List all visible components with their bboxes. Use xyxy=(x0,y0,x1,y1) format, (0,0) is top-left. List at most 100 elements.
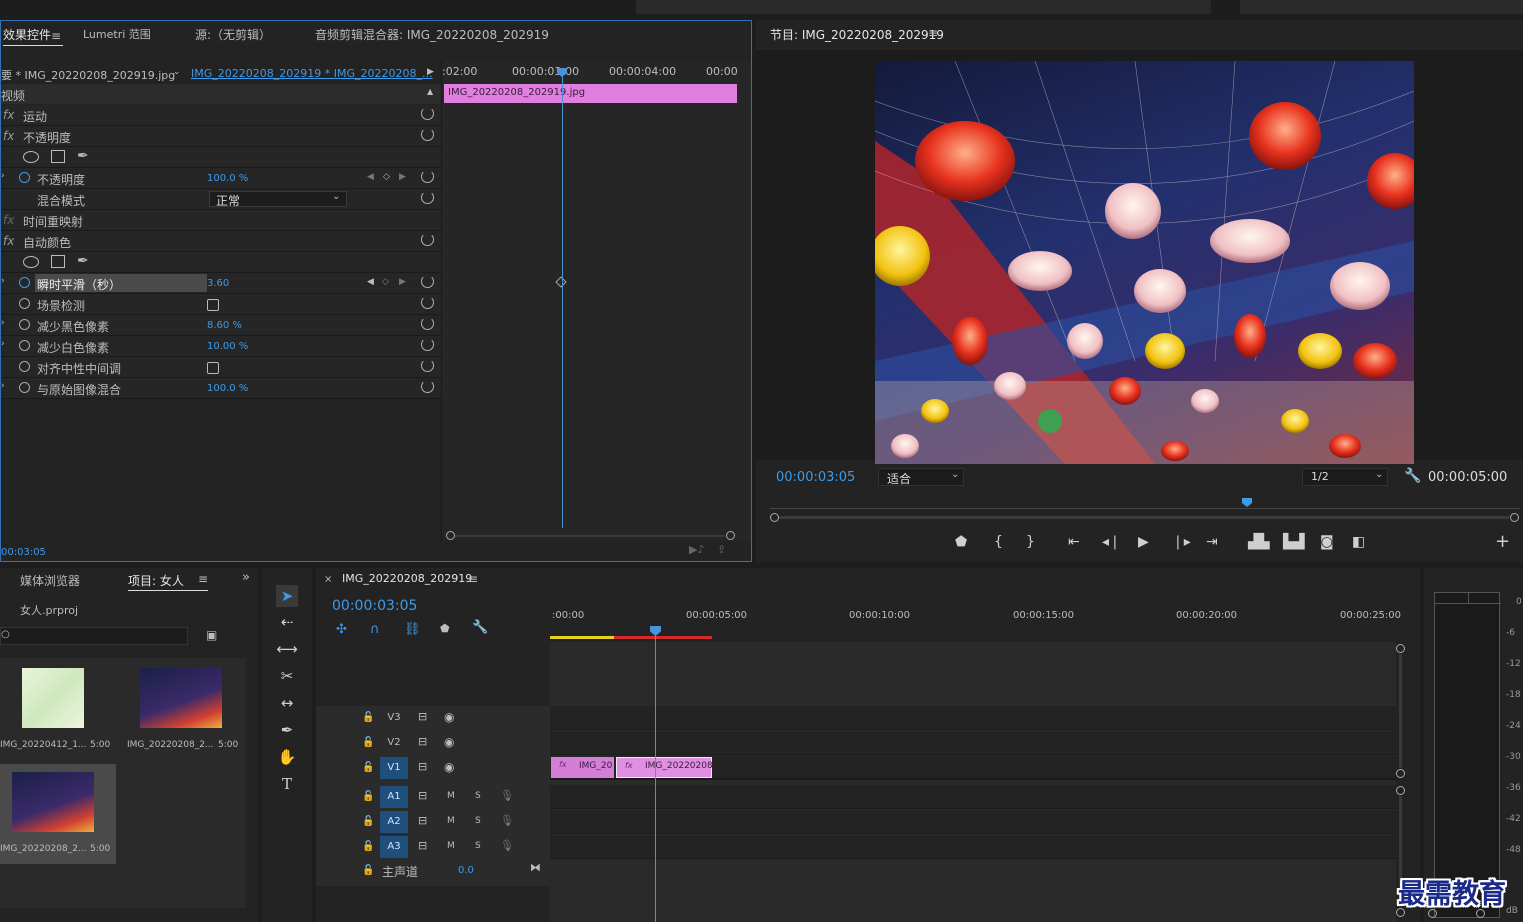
track-target-a2[interactable]: A2 xyxy=(380,811,408,833)
scroll-handle-right[interactable] xyxy=(726,531,735,540)
smooth-value[interactable]: 3.60 xyxy=(207,278,229,289)
row-scene-detect[interactable]: 场景检测 xyxy=(1,294,441,315)
chevron-down-icon[interactable]: ⌄ xyxy=(173,67,181,77)
eye-icon[interactable]: ◉ xyxy=(444,760,454,774)
program-title[interactable]: 节目: IMG_20220208_202919 xyxy=(770,26,944,43)
reset-icon[interactable] xyxy=(421,338,434,351)
opacity-value[interactable]: 100.0 % xyxy=(207,173,248,184)
microphone-icon[interactable]: 🎙 xyxy=(500,814,514,827)
lane-a2[interactable] xyxy=(550,810,1396,834)
play-icon[interactable]: ▶ xyxy=(1138,534,1149,550)
razor-tool-icon[interactable]: ✂ xyxy=(276,665,298,687)
blend-mode-dropdown[interactable]: 正常 ⌄ xyxy=(209,191,347,208)
expand-icon[interactable]: › xyxy=(1,276,5,286)
add-keyframe-icon[interactable]: ◇ xyxy=(382,277,389,287)
wrench-icon[interactable]: 🔧 xyxy=(1404,468,1421,484)
panel-menu-icon[interactable]: ≡ xyxy=(468,572,478,586)
row-motion[interactable]: fx 运动 xyxy=(1,105,441,126)
reset-icon[interactable] xyxy=(421,170,434,183)
add-keyframe-icon[interactable]: ◇ xyxy=(383,172,390,182)
lock-icon[interactable]: 🔓 xyxy=(362,791,374,802)
sync-lock-icon[interactable]: ⊟ xyxy=(418,760,427,773)
reset-icon[interactable] xyxy=(421,317,434,330)
horizontal-scrollbar[interactable] xyxy=(455,535,725,537)
row-reduce-white[interactable]: › 减少白色像素 10.00 % xyxy=(1,336,441,357)
slip-tool-icon[interactable]: ↔ xyxy=(276,692,298,714)
tab-source[interactable]: 源:（无剪辑） xyxy=(195,23,271,47)
blend-original-value[interactable]: 100.0 % xyxy=(207,383,248,394)
zoom-scrollbar[interactable] xyxy=(779,516,1509,519)
timeline-playhead-line[interactable] xyxy=(655,626,656,922)
tab-media-browser[interactable]: 媒体浏览器 xyxy=(20,572,80,589)
next-keyframe-icon[interactable]: ▶ xyxy=(399,277,406,287)
add-marker-icon[interactable]: ⬟ xyxy=(440,622,450,635)
fx-icon[interactable]: fx xyxy=(3,108,14,122)
go-to-in-icon[interactable]: ⇤ xyxy=(1068,534,1080,550)
lock-icon[interactable]: 🔓 xyxy=(362,865,374,876)
reset-icon[interactable] xyxy=(421,191,434,204)
scroll-handle-left[interactable] xyxy=(446,531,455,540)
go-to-out-icon[interactable]: ⇥ xyxy=(1206,534,1218,550)
panel-menu-icon[interactable]: ≡ xyxy=(51,29,61,43)
v-scroll-handle-audio[interactable] xyxy=(1396,786,1405,795)
tracks-area[interactable] xyxy=(550,642,1396,922)
lock-icon[interactable]: 🔓 xyxy=(362,712,374,723)
sync-lock-icon[interactable]: ⊟ xyxy=(418,735,427,748)
add-button-icon[interactable]: + xyxy=(1495,531,1510,552)
row-blend-original[interactable]: › 与原始图像混合 100.0 % xyxy=(1,378,441,399)
ellipse-mask-icon[interactable] xyxy=(23,256,39,268)
rectangle-mask-icon[interactable] xyxy=(51,150,65,163)
overflow-chevron-icon[interactable]: » xyxy=(242,570,250,585)
fit-dropdown[interactable]: 适合 ⌄ xyxy=(878,468,964,486)
row-smooth[interactable]: › 瞬时平滑（秒） 3.60 ◀ ◇ ▶ xyxy=(1,273,441,294)
sync-lock-icon[interactable]: ⊟ xyxy=(418,839,427,852)
lane-v2[interactable] xyxy=(550,731,1396,755)
mute-button[interactable]: M xyxy=(447,841,455,851)
track-target-a1[interactable]: A1 xyxy=(380,786,408,808)
program-timecode[interactable]: 00:00:03:05 xyxy=(776,470,855,485)
wrench-icon[interactable]: 🔧 xyxy=(472,620,488,635)
reset-icon[interactable] xyxy=(421,275,434,288)
reset-icon[interactable] xyxy=(421,107,434,120)
reset-icon[interactable] xyxy=(421,233,434,246)
keyframe-diamond[interactable] xyxy=(555,276,567,288)
comparison-view-icon[interactable]: ◧ xyxy=(1352,534,1365,550)
row-opacity[interactable]: fx 不透明度 xyxy=(1,126,441,147)
export-icon[interactable]: ⇪ xyxy=(717,543,726,556)
tab-project[interactable]: 项目: 女人 xyxy=(128,572,184,589)
prev-keyframe-icon[interactable]: ◀ xyxy=(367,172,374,182)
camera-icon[interactable]: ◙ xyxy=(1320,534,1334,550)
lift-icon[interactable]: ▟▙ xyxy=(1248,534,1270,550)
row-time-remap[interactable]: fx 时间重映射 xyxy=(1,210,441,231)
expand-track-icon[interactable]: ⧓ xyxy=(530,861,541,874)
keyframe-area[interactable]: :02:00 00:00:03:00 00:00:04:00 00:00 IMG… xyxy=(441,61,751,541)
timeline-clip[interactable]: fx IMG_20 xyxy=(551,757,614,778)
tab-audio-clip-mixer[interactable]: 音频剪辑混合器: IMG_20220208_202919 xyxy=(315,23,549,47)
next-keyframe-icon[interactable]: ▶ xyxy=(399,172,406,182)
snap-icon[interactable]: ∩ xyxy=(370,622,380,637)
selection-tool-icon[interactable]: ➤ xyxy=(276,585,298,607)
sequence-clip-link[interactable]: IMG_20220208_202919 * IMG_20220208_... xyxy=(191,67,432,80)
microphone-icon[interactable]: 🎙 xyxy=(500,839,514,852)
ripple-edit-tool-icon[interactable]: ⟷ xyxy=(276,638,298,660)
stopwatch-icon[interactable] xyxy=(19,340,30,351)
row-auto-color[interactable]: fx 自动颜色 xyxy=(1,231,441,252)
timeline-timecode[interactable]: 00:00:03:05 xyxy=(332,598,417,614)
effect-timecode[interactable]: 00:03:05 xyxy=(1,547,46,558)
reset-icon[interactable] xyxy=(421,296,434,309)
reset-icon[interactable] xyxy=(421,380,434,393)
lane-v3[interactable] xyxy=(550,706,1396,730)
step-back-icon[interactable]: ◂❘ xyxy=(1102,534,1121,550)
reduce-black-value[interactable]: 8.60 % xyxy=(207,320,242,331)
panel-menu-icon[interactable]: ≡ xyxy=(928,26,938,40)
sync-lock-icon[interactable]: ⊟ xyxy=(418,814,427,827)
panel-menu-icon[interactable]: ≡ xyxy=(198,572,208,586)
microphone-icon[interactable]: 🎙 xyxy=(500,789,514,802)
lock-icon[interactable]: 🔓 xyxy=(362,816,374,827)
eye-icon[interactable]: ◉ xyxy=(444,710,454,724)
close-icon[interactable]: × xyxy=(324,574,332,585)
project-item[interactable]: IMG_20220208_2... 5:00 xyxy=(118,658,244,762)
extract-icon[interactable]: ▙▟ xyxy=(1283,534,1305,550)
track-target-a3[interactable]: A3 xyxy=(380,836,408,858)
timeline-title[interactable]: IMG_20220208_202919 xyxy=(342,572,472,585)
